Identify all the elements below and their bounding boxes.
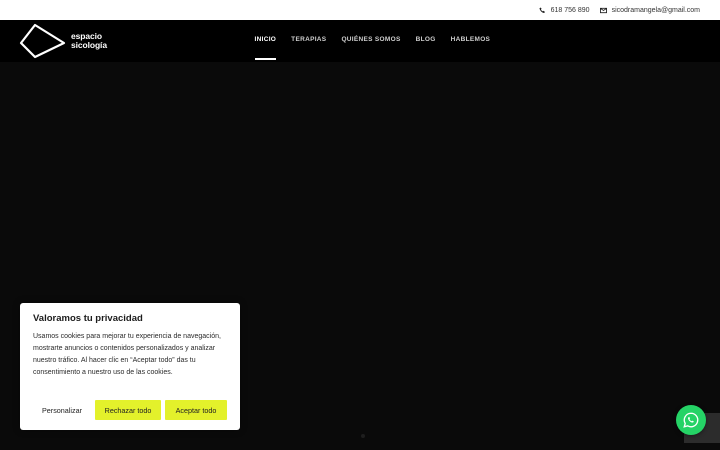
cookie-description: Usamos cookies para mejorar tu experienc… xyxy=(33,333,221,376)
whatsapp-icon xyxy=(683,412,699,428)
cookie-title: Valoramos tu privacidad xyxy=(33,313,143,324)
nav-item-inicio[interactable]: INICIO xyxy=(247,34,284,60)
logo-diamond-icon xyxy=(19,23,66,59)
whatsapp-chat-button[interactable] xyxy=(676,405,706,435)
accept-all-button[interactable]: Aceptar todo xyxy=(165,400,227,420)
site-logo[interactable]: espacio sicología xyxy=(19,23,107,59)
reject-all-button[interactable]: Rechazar todo xyxy=(95,400,161,420)
top-contact-bar: 618 756 890 sicodramangela@gmail.com xyxy=(0,0,720,20)
nav-item-quienes-somos[interactable]: QUIÉNES SOMOS xyxy=(334,34,408,45)
cookie-actions: Personalizar Rechazar todo Aceptar todo xyxy=(33,400,227,420)
cookie-consent-banner: Valoramos tu privacidad Usamos cookies p… xyxy=(20,303,240,430)
envelope-icon xyxy=(599,7,607,13)
phone-icon xyxy=(539,7,545,13)
nav-item-hablemos[interactable]: HABLEMOS xyxy=(443,34,498,45)
site-header: espacio sicología INICIO TERAPIAS QUIÉNE… xyxy=(0,20,720,62)
email-address: sicodramangela@gmail.com xyxy=(611,6,700,14)
phone-number: 618 756 890 xyxy=(550,6,590,14)
logo-line-2: sicología xyxy=(71,40,107,50)
scroll-indicator[interactable] xyxy=(361,434,365,438)
nav-item-terapias[interactable]: TERAPIAS xyxy=(284,34,334,45)
main-nav: INICIO TERAPIAS QUIÉNES SOMOS BLOG HABLE… xyxy=(247,34,498,60)
nav-item-blog[interactable]: BLOG xyxy=(408,34,443,45)
logo-wordmark: espacio sicología xyxy=(71,32,107,50)
email-contact[interactable]: sicodramangela@gmail.com xyxy=(599,6,700,14)
customize-button[interactable]: Personalizar xyxy=(33,400,91,420)
phone-contact[interactable]: 618 756 890 xyxy=(539,7,590,14)
